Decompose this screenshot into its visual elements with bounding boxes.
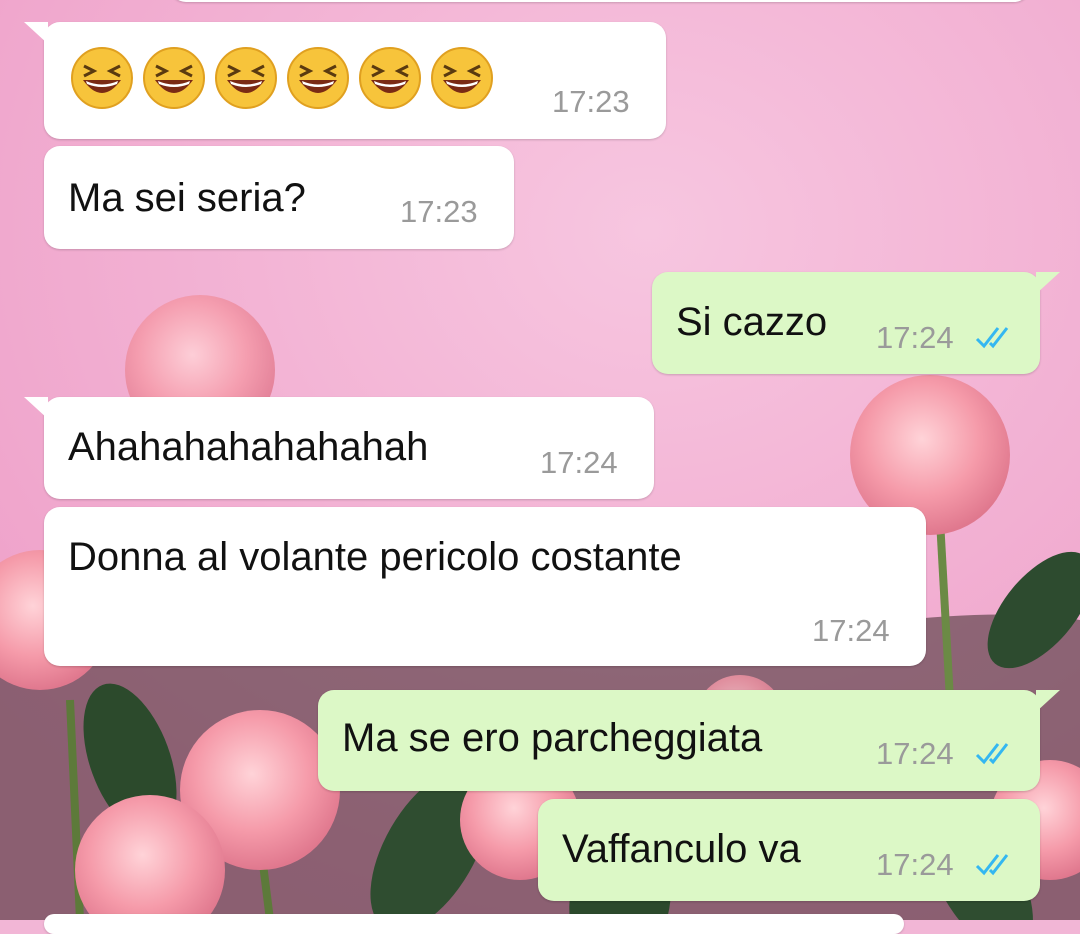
outgoing-message-bubble[interactable]: Si cazzo 17:24 <box>652 272 1060 374</box>
laughing-face-icon <box>287 47 349 109</box>
laughing-face-icon <box>215 47 277 109</box>
message-text: Ahahahahahahahah <box>68 425 429 469</box>
outgoing-message-bubble[interactable]: Vaffanculo va 17:24 <box>538 799 1040 901</box>
partial-message-bubble <box>44 914 904 934</box>
incoming-message-bubble[interactable]: 17:23 <box>24 22 666 139</box>
outgoing-message-bubble[interactable]: Ma se ero parcheggiata 17:24 <box>318 690 1060 791</box>
message-timestamp: 17:24 <box>540 445 618 480</box>
emoji-row <box>70 46 494 110</box>
read-receipt-icon <box>975 327 1009 349</box>
message-timestamp: 17:24 <box>812 613 890 648</box>
laughing-face-icon <box>71 47 133 109</box>
incoming-message-bubble[interactable]: Ma sei seria? 17:23 <box>44 146 514 249</box>
message-timestamp: 17:23 <box>400 194 478 229</box>
incoming-message-bubble[interactable]: Donna al volante pericolo costante 17:24 <box>44 507 926 666</box>
message-text: Donna al volante pericolo costante <box>68 535 682 579</box>
message-timestamp: 17:24 <box>876 320 954 355</box>
message-timestamp: 17:24 <box>876 847 954 882</box>
read-receipt-icon <box>975 743 1009 765</box>
partial-message-bubble <box>170 0 1030 2</box>
laughing-face-icon <box>431 47 493 109</box>
message-timestamp: 17:24 <box>876 736 954 771</box>
message-timestamp: 17:23 <box>552 84 630 119</box>
read-receipt-icon <box>975 854 1009 876</box>
incoming-message-bubble[interactable]: Ahahahahahahahah 17:24 <box>24 397 654 499</box>
laughing-face-icon <box>143 47 205 109</box>
message-text: Ma sei seria? <box>68 176 306 220</box>
message-text: Vaffanculo va <box>562 827 801 871</box>
message-text: Ma se ero parcheggiata <box>342 716 763 760</box>
laughing-face-icon <box>359 47 421 109</box>
message-text: Si cazzo <box>676 300 828 344</box>
